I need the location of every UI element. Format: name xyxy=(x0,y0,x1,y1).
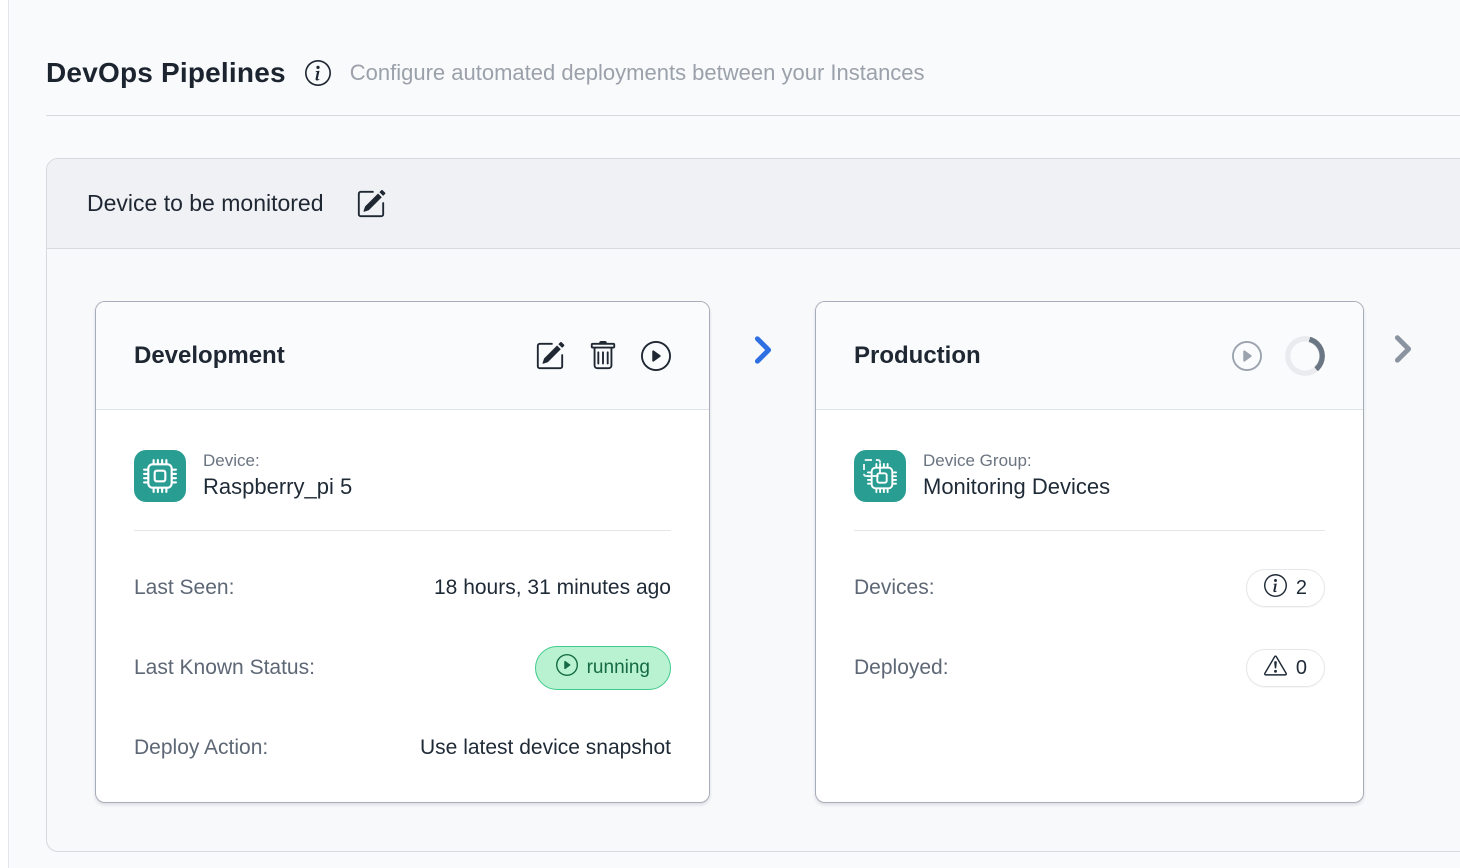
last-known-status-row: Last Known Status: running xyxy=(134,645,671,691)
info-circle-icon xyxy=(1264,574,1287,603)
devices-label: Devices: xyxy=(854,576,935,600)
delete-stage-button[interactable] xyxy=(588,341,618,371)
play-circle-icon xyxy=(1232,341,1262,371)
stage-card-development: Development xyxy=(95,301,710,803)
cpu-chip-icon xyxy=(134,450,186,502)
pipeline-panel-body: Development xyxy=(47,249,1460,851)
header-divider xyxy=(46,115,1460,116)
deploy-action-row: Deploy Action: Use latest device snapsho… xyxy=(134,725,671,771)
page-title: DevOps Pipelines xyxy=(46,57,286,89)
pipeline-name: Device to be monitored xyxy=(87,190,324,217)
stage-title-development: Development xyxy=(134,342,285,370)
chevron-right-icon xyxy=(1388,352,1418,367)
deployed-label: Deployed: xyxy=(854,656,949,680)
last-seen-label: Last Seen: xyxy=(134,576,234,600)
card-divider xyxy=(134,530,671,531)
development-card-header: Development xyxy=(96,302,709,410)
pipeline-flow-arrow xyxy=(710,301,815,370)
deploy-action-label: Deploy Action: xyxy=(134,736,268,760)
deployed-count-badge[interactable]: 0 xyxy=(1246,649,1325,687)
last-seen-value: 18 hours, 31 minutes ago xyxy=(434,576,671,600)
play-circle-icon xyxy=(641,341,671,371)
pencil-square-icon xyxy=(356,189,386,219)
status-badge: running xyxy=(535,646,671,690)
devices-count: 2 xyxy=(1296,577,1307,600)
production-card-header: Production xyxy=(816,302,1363,410)
warning-triangle-icon xyxy=(1264,654,1287,683)
stage-card-production: Production xyxy=(815,301,1364,803)
deployed-count: 0 xyxy=(1296,657,1307,680)
card-divider xyxy=(854,530,1325,531)
run-stage-button-disabled[interactable] xyxy=(1232,341,1262,371)
run-stage-button[interactable] xyxy=(641,341,671,371)
trash-icon xyxy=(588,341,618,371)
production-card-body: Device Group: Monitoring Devices Devices… xyxy=(816,410,1363,691)
edit-stage-button[interactable] xyxy=(535,341,565,371)
development-card-actions xyxy=(535,341,671,371)
loading-spinner-icon xyxy=(1285,336,1325,376)
stage-title-production: Production xyxy=(854,342,981,370)
pipeline-panel-header: Device to be monitored xyxy=(47,159,1460,249)
deployed-row: Deployed: 0 xyxy=(854,645,1325,691)
chevron-right-icon xyxy=(748,335,778,370)
play-circle-icon xyxy=(556,654,578,682)
status-badge-label: running xyxy=(587,657,650,679)
page-subtitle: Configure automated deployments between … xyxy=(350,60,925,86)
device-name: Raspberry_pi 5 xyxy=(203,474,352,500)
device-group-name: Monitoring Devices xyxy=(923,474,1110,500)
device-group-label: Device Group: xyxy=(923,451,1110,471)
cpu-chip-group-icon xyxy=(854,450,906,502)
devices-row: Devices: 2 xyxy=(854,565,1325,611)
devices-count-badge[interactable]: 2 xyxy=(1246,569,1325,607)
last-seen-row: Last Seen: 18 hours, 31 minutes ago xyxy=(134,565,671,611)
device-identity: Device: Raspberry_pi 5 xyxy=(134,450,671,502)
info-icon[interactable] xyxy=(305,60,331,86)
pipeline-panel: Device to be monitored Development xyxy=(46,158,1460,852)
edit-pipeline-name-button[interactable] xyxy=(356,189,386,219)
device-group-identity: Device Group: Monitoring Devices xyxy=(854,450,1325,502)
page-header: DevOps Pipelines Configure automated dep… xyxy=(46,0,1460,89)
device-label: Device: xyxy=(203,451,352,471)
devops-pipelines-page: DevOps Pipelines Configure automated dep… xyxy=(8,0,1460,868)
scroll-next-button[interactable] xyxy=(1388,301,1418,367)
pipeline-stages-row: Development xyxy=(95,301,1459,803)
production-card-actions xyxy=(1232,336,1325,376)
development-card-body: Device: Raspberry_pi 5 Last Seen: 18 hou… xyxy=(96,410,709,771)
last-known-status-label: Last Known Status: xyxy=(134,656,315,680)
pencil-square-icon xyxy=(535,341,565,371)
deploy-action-value: Use latest device snapshot xyxy=(420,736,671,760)
